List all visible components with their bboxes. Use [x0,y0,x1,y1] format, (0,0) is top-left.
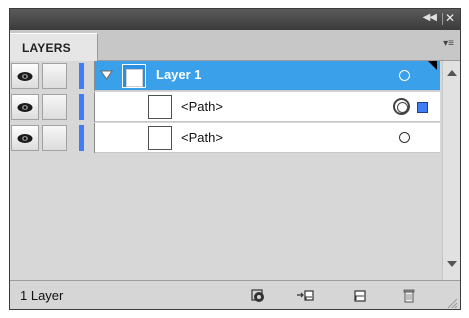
scroll-up-arrow-icon[interactable] [447,70,457,76]
close-icon[interactable]: ✕ [445,11,455,25]
lock-toggle[interactable] [42,125,67,151]
panel-menu-icon[interactable]: ▾≡ [443,38,454,49]
layer-color-swatch [79,63,84,89]
column-divider [94,92,95,122]
selected-art-square-icon[interactable] [417,102,428,113]
path-thumbnail [148,126,172,150]
titlebar-divider [442,13,443,25]
column-divider [94,123,95,153]
target-icon[interactable] [399,132,410,143]
layer-thumbnail [122,64,146,88]
disclosure-triangle-icon[interactable] [100,70,113,80]
layer-row[interactable]: Layer 1 [10,61,440,91]
layer-color-swatch [79,94,84,120]
layer-name[interactable]: Layer 1 [156,67,202,82]
create-new-layer-button[interactable] [350,286,370,306]
row-background [94,92,440,122]
layer-count-status: 1 Layer [20,288,64,303]
clipping-mask-icon [251,289,264,302]
new-layer-icon [354,290,366,302]
target-icon[interactable] [399,70,410,81]
visibility-toggle[interactable] [11,94,39,120]
tab-layers[interactable]: LAYERS [10,33,98,62]
panel-footer: 1 Layer [10,280,460,309]
eye-icon [17,103,33,112]
selection-indicator-icon [428,61,437,70]
eye-icon [17,134,33,143]
layers-panel: ◀◀ ✕ LAYERS ▾≡ Layer 1 <Path> <Path> 1 L… [9,8,461,310]
scroll-down-arrow-icon[interactable] [447,261,457,267]
eye-icon [17,72,33,81]
column-divider [94,61,95,91]
trash-icon [403,289,415,303]
path-name[interactable]: <Path> [181,99,223,114]
collapse-panel-icon[interactable]: ◀◀ [423,12,437,23]
create-new-sublayer-button[interactable] [295,286,315,306]
new-sublayer-icon [297,290,314,301]
lock-toggle[interactable] [42,94,67,120]
panel-titlebar: ◀◀ ✕ [10,9,460,30]
path-name[interactable]: <Path> [181,130,223,145]
resize-grip-icon[interactable] [446,297,458,309]
path-row[interactable]: <Path> [10,123,440,153]
delete-selection-button[interactable] [399,286,419,306]
make-clipping-mask-button[interactable] [248,286,268,306]
visibility-toggle[interactable] [11,125,39,151]
visibility-toggle[interactable] [11,63,39,89]
target-selected-icon[interactable] [393,98,410,115]
layer-color-swatch [79,125,84,151]
path-thumbnail [148,95,172,119]
path-row[interactable]: <Path> [10,92,440,122]
layers-list: Layer 1 <Path> <Path> [10,61,460,280]
row-background [94,123,440,153]
panel-tabbar: LAYERS ▾≡ [10,30,460,62]
lock-toggle[interactable] [42,63,67,89]
vertical-scrollbar[interactable] [442,61,460,280]
